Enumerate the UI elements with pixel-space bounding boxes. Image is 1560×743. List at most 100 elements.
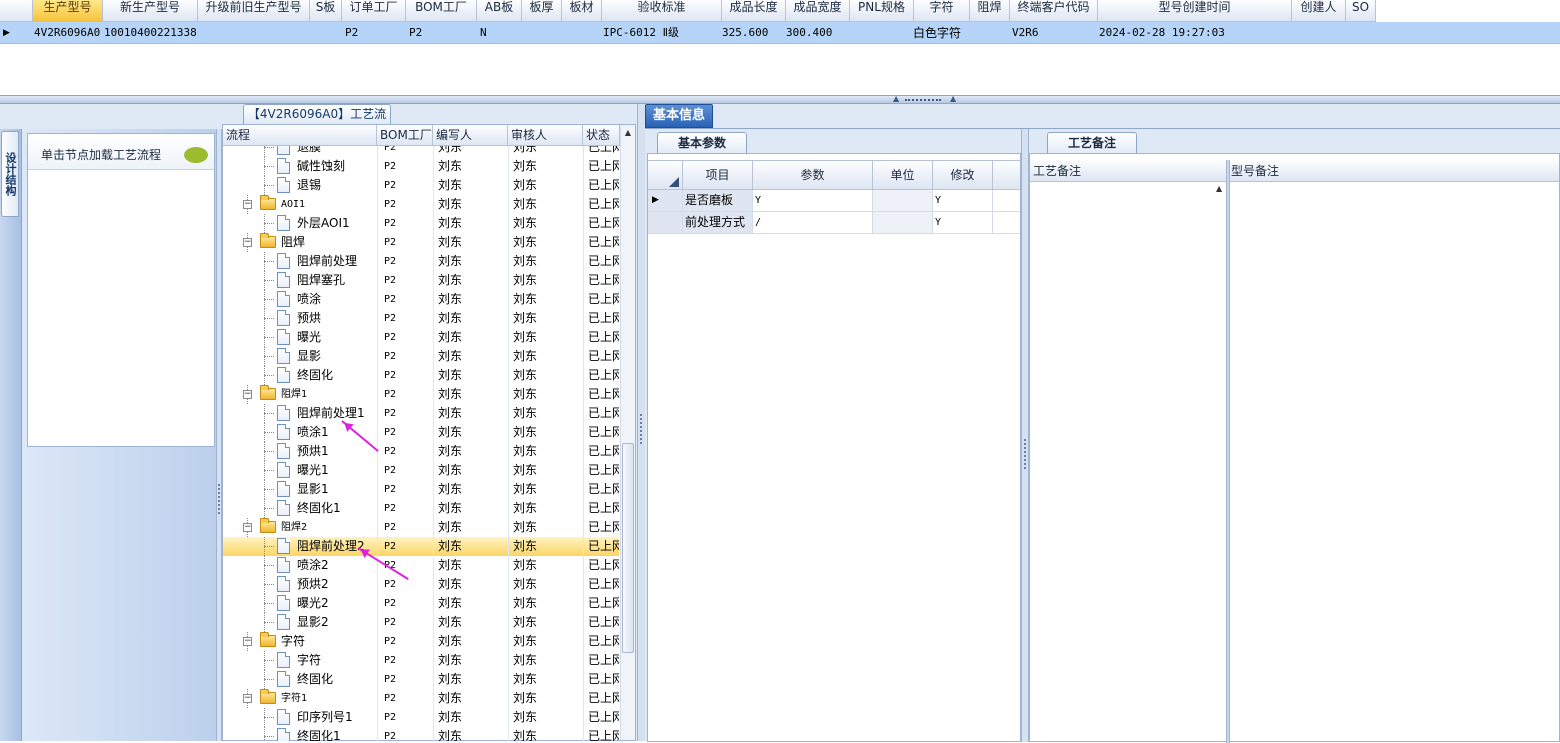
tree-row[interactable]: 外层AOI1 P2 刘东 刘东 已上网 bbox=[223, 214, 619, 233]
tree-row[interactable]: 阻焊前处理1 P2 刘东 刘东 已上网 bbox=[223, 404, 619, 423]
col-header-5[interactable]: BOM工厂 bbox=[406, 0, 477, 22]
cell-ab-board[interactable]: N bbox=[480, 22, 487, 44]
tree-panel-splitter[interactable] bbox=[637, 104, 645, 741]
collapse-icon[interactable]: − bbox=[243, 390, 252, 399]
tree-row[interactable]: 终固化 P2 刘东 刘东 已上网 bbox=[223, 366, 619, 385]
cell-model[interactable]: 4V2R6096A0 bbox=[34, 22, 100, 44]
col-header-18[interactable]: SO bbox=[1346, 0, 1376, 22]
tree-row[interactable]: 显影2 P2 刘东 刘东 已上网 bbox=[223, 613, 619, 632]
tree-row[interactable]: 曝光 P2 刘东 刘东 已上网 bbox=[223, 328, 619, 347]
horizontal-splitter[interactable]: ▲ ▲ bbox=[0, 94, 1560, 104]
tree-row[interactable]: 碱性蚀刻 P2 刘东 刘东 已上网 bbox=[223, 157, 619, 176]
tree-col-reviewer[interactable]: 审核人 bbox=[508, 125, 583, 146]
tree-row[interactable]: − 字符1 P2 刘东 刘东 已上网 bbox=[223, 689, 619, 708]
param-cell-unit[interactable] bbox=[873, 190, 933, 211]
collapse-icon[interactable]: − bbox=[243, 238, 252, 247]
cell-length[interactable]: 325.600 bbox=[722, 22, 768, 44]
param-cell-value[interactable]: / bbox=[753, 212, 873, 233]
param-cell-modify[interactable]: Y bbox=[933, 212, 993, 233]
tab-basic-info[interactable]: 基本信息 bbox=[645, 104, 713, 128]
tree-row[interactable]: 退膜 P2 刘东 刘东 已上网 bbox=[223, 146, 619, 157]
param-row[interactable]: 前处理方式 / Y bbox=[648, 212, 1020, 234]
collapse-icon[interactable]: − bbox=[243, 694, 252, 703]
tree-row[interactable]: 预烘 P2 刘东 刘东 已上网 bbox=[223, 309, 619, 328]
grid-corner[interactable] bbox=[0, 0, 33, 22]
tree-col-writer[interactable]: 编写人 bbox=[433, 125, 508, 146]
tree-row[interactable]: 喷涂1 P2 刘东 刘东 已上网 bbox=[223, 423, 619, 442]
tree-row[interactable]: 阻焊塞孔 P2 刘东 刘东 已上网 bbox=[223, 271, 619, 290]
param-col-modify[interactable]: 修改 bbox=[933, 161, 993, 190]
tree-col-flow[interactable]: 流程 bbox=[223, 125, 377, 146]
param-col-value[interactable]: 参数 bbox=[753, 161, 873, 190]
tree-row[interactable]: − 阻焊1 P2 刘东 刘东 已上网 bbox=[223, 385, 619, 404]
tree-row[interactable]: 印序列号1 P2 刘东 刘东 已上网 bbox=[223, 708, 619, 727]
col-header-14[interactable]: 阻焊 bbox=[970, 0, 1010, 22]
tree-row[interactable]: 终固化 P2 刘东 刘东 已上网 bbox=[223, 670, 619, 689]
info-splitter[interactable] bbox=[1021, 129, 1029, 742]
tree-row[interactable]: 显影 P2 刘东 刘东 已上网 bbox=[223, 347, 619, 366]
param-corner-icon[interactable] bbox=[648, 161, 683, 190]
col-header-3[interactable]: S板 bbox=[310, 0, 342, 22]
tree-row[interactable]: − AOI1 P2 刘东 刘东 已上网 bbox=[223, 195, 619, 214]
col-header-0[interactable]: 生产型号 bbox=[33, 0, 103, 22]
collapse-icon[interactable]: − bbox=[243, 637, 252, 646]
col-header-10[interactable]: 成品长度 bbox=[722, 0, 786, 22]
cell-standard[interactable]: IPC-6012 Ⅱ级 bbox=[603, 22, 679, 44]
param-cell-item[interactable]: 是否磨板 bbox=[683, 190, 753, 211]
load-flow-header[interactable]: 单击节点加载工艺流程 bbox=[28, 134, 214, 170]
tree-row[interactable]: 阻焊前处理 P2 刘东 刘东 已上网 bbox=[223, 252, 619, 271]
param-cell-modify[interactable]: Y bbox=[933, 190, 993, 211]
cell-created[interactable]: 2024-02-28 19:27:03 bbox=[1099, 22, 1225, 44]
col-header-12[interactable]: PNL规格 bbox=[850, 0, 914, 22]
notes-scroll-up-icon[interactable]: ▲ bbox=[1216, 184, 1222, 193]
tree-row[interactable]: 喷涂2 P2 刘东 刘东 已上网 bbox=[223, 556, 619, 575]
param-row-indicator-icon[interactable] bbox=[648, 212, 683, 233]
cell-order-factory[interactable]: P2 bbox=[345, 22, 358, 44]
collapse-up-icon-2[interactable]: ▲ bbox=[950, 94, 956, 103]
tree-row[interactable]: − 字符 P2 刘东 刘东 已上网 bbox=[223, 632, 619, 651]
tree-row[interactable]: 退锡 P2 刘东 刘东 已上网 bbox=[223, 176, 619, 195]
param-cell-item[interactable]: 前处理方式 bbox=[683, 212, 753, 233]
param-col-item[interactable]: 项目 bbox=[683, 161, 753, 190]
tree-row[interactable]: 字符 P2 刘东 刘东 已上网 bbox=[223, 651, 619, 670]
tree-scrollbar[interactable]: ▲ bbox=[620, 125, 635, 740]
col-header-11[interactable]: 成品宽度 bbox=[786, 0, 850, 22]
cell-silkscreen[interactable]: 白色字符 bbox=[913, 22, 961, 44]
cell-customer-code[interactable]: V2R6 bbox=[1012, 22, 1039, 44]
col-header-16[interactable]: 型号创建时间 bbox=[1098, 0, 1292, 22]
col-header-1[interactable]: 新生产型号 bbox=[103, 0, 198, 22]
tree-row[interactable]: 显影1 P2 刘东 刘东 已上网 bbox=[223, 480, 619, 499]
tree-row[interactable]: 曝光1 P2 刘东 刘东 已上网 bbox=[223, 461, 619, 480]
notes-col-process[interactable]: 工艺备注 bbox=[1030, 160, 1226, 182]
tree-scroll-thumb[interactable] bbox=[622, 443, 634, 653]
notes-col-model[interactable]: 型号备注 bbox=[1228, 160, 1528, 182]
tab-process-notes[interactable]: 工艺备注 bbox=[1047, 132, 1137, 153]
tree-col-status[interactable]: 状态 bbox=[583, 125, 620, 146]
col-header-8[interactable]: 板材 bbox=[562, 0, 602, 22]
col-header-2[interactable]: 升级前旧生产型号 bbox=[198, 0, 310, 22]
model-row[interactable]: ▶ 4V2R6096A0 10010400221338 P2 P2 N IPC-… bbox=[0, 22, 1560, 44]
param-cell-value[interactable]: Y bbox=[753, 190, 873, 211]
cell-width[interactable]: 300.400 bbox=[786, 22, 832, 44]
tree-col-bom[interactable]: BOM工厂 bbox=[377, 125, 433, 146]
param-row[interactable]: ▶ 是否磨板 Y Y bbox=[648, 190, 1020, 212]
param-row-indicator-icon[interactable]: ▶ bbox=[648, 190, 683, 211]
param-col-unit[interactable]: 单位 bbox=[873, 161, 933, 190]
tree-row[interactable]: 预烘1 P2 刘东 刘东 已上网 bbox=[223, 442, 619, 461]
col-header-17[interactable]: 创建人 bbox=[1292, 0, 1346, 22]
tree-row[interactable]: 喷涂 P2 刘东 刘东 已上网 bbox=[223, 290, 619, 309]
tree-row[interactable]: − 阻焊2 P2 刘东 刘东 已上网 bbox=[223, 518, 619, 537]
tab-basic-params[interactable]: 基本参数 bbox=[657, 132, 747, 153]
collapse-icon[interactable]: − bbox=[243, 523, 252, 532]
col-header-9[interactable]: 验收标准 bbox=[602, 0, 722, 22]
notes-column-splitter[interactable] bbox=[1226, 160, 1230, 743]
flow-tree-title[interactable]: 【4V2R6096A0】工艺流程 bbox=[243, 104, 391, 140]
tree-row[interactable]: 终固化1 P2 刘东 刘东 已上网 bbox=[223, 499, 619, 518]
scroll-up-icon[interactable]: ▲ bbox=[622, 127, 634, 139]
tree-row[interactable]: 曝光2 P2 刘东 刘东 已上网 bbox=[223, 594, 619, 613]
tree-row[interactable]: 预烘2 P2 刘东 刘东 已上网 bbox=[223, 575, 619, 594]
tree-row[interactable]: − 阻焊 P2 刘东 刘东 已上网 bbox=[223, 233, 619, 252]
param-cell-unit[interactable] bbox=[873, 212, 933, 233]
col-header-6[interactable]: AB板 bbox=[477, 0, 522, 22]
col-header-15[interactable]: 终端客户代码 bbox=[1010, 0, 1098, 22]
